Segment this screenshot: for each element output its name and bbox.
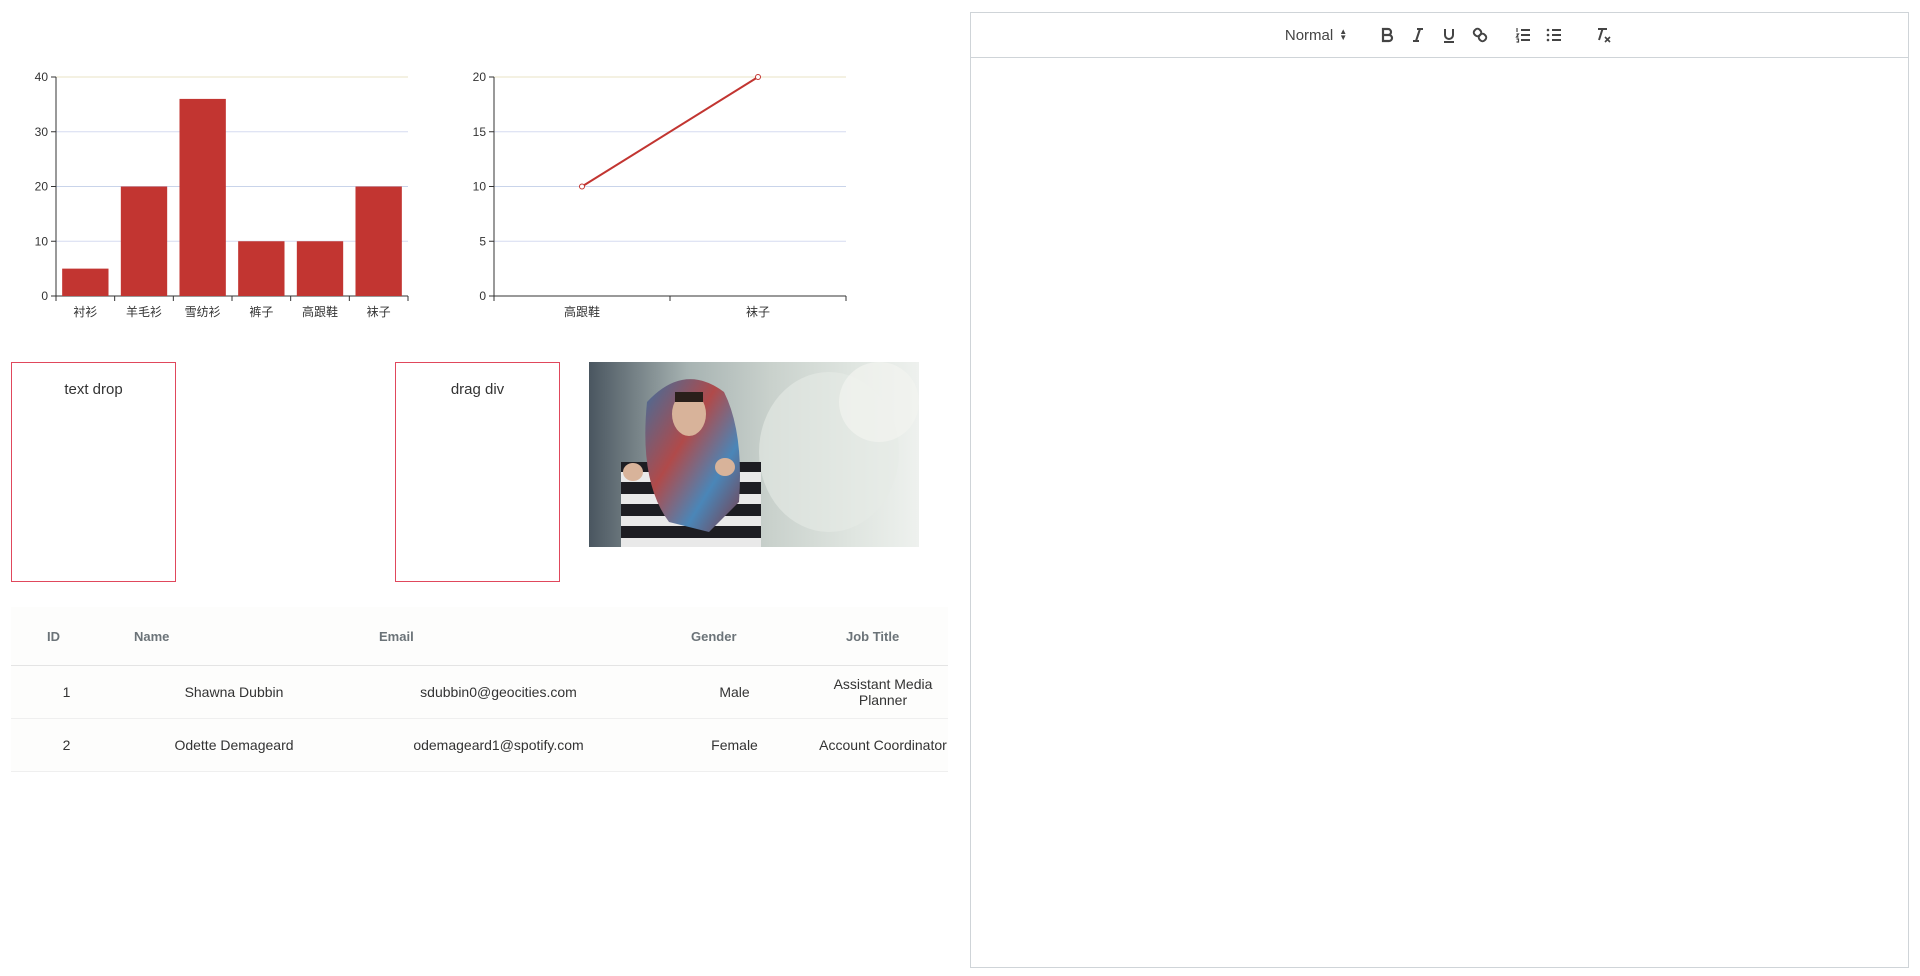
header-email[interactable]: Email bbox=[346, 607, 651, 666]
table-row[interactable]: 2 Odette Demageard odemageard1@spotify.c… bbox=[11, 718, 948, 772]
rich-text-editor: Normal ▲ ▼ bbox=[970, 12, 1909, 968]
editor-content-area[interactable] bbox=[971, 58, 1908, 967]
cell-name: Shawna Dubbin bbox=[122, 665, 346, 719]
x-tick-label: 袜子 bbox=[746, 305, 770, 319]
x-tick-label: 袜子 bbox=[367, 305, 391, 319]
y-tick-label: 20 bbox=[35, 180, 49, 194]
x-tick-label: 衬衫 bbox=[73, 305, 97, 319]
bar bbox=[120, 186, 168, 296]
x-tick-label: 高跟鞋 bbox=[302, 304, 338, 319]
text-drop-zone[interactable]: text drop bbox=[11, 362, 176, 582]
x-tick-label: 高跟鞋 bbox=[564, 304, 600, 319]
y-tick-label: 20 bbox=[473, 70, 487, 84]
x-tick-label: 裤子 bbox=[249, 305, 273, 319]
cell-gender: Female bbox=[651, 718, 818, 772]
data-point bbox=[755, 74, 761, 80]
cell-gender: Male bbox=[651, 665, 818, 719]
cell-email: odemageard1@spotify.com bbox=[346, 718, 651, 772]
header-id[interactable]: ID bbox=[11, 607, 122, 666]
cell-job-title: Account Coordinator bbox=[818, 718, 948, 772]
bar bbox=[179, 98, 226, 297]
editor-toolbar: Normal ▲ ▼ bbox=[971, 13, 1908, 58]
bar bbox=[238, 241, 285, 296]
bullet-list-icon[interactable] bbox=[1542, 13, 1566, 57]
bar bbox=[296, 241, 344, 296]
cell-name: Odette Demageard bbox=[122, 718, 346, 772]
cell-email: sdubbin0@geocities.com bbox=[346, 665, 651, 719]
x-tick-label: 雪纺衫 bbox=[185, 305, 221, 319]
y-tick-label: 15 bbox=[473, 125, 487, 139]
table-header-row: ID Name Email Gender Job Title bbox=[11, 607, 948, 666]
link-icon[interactable] bbox=[1468, 13, 1492, 57]
data-point bbox=[579, 183, 585, 190]
y-tick-label: 30 bbox=[35, 125, 49, 139]
bar bbox=[355, 186, 402, 296]
cell-id: 2 bbox=[11, 718, 122, 772]
y-tick-label: 40 bbox=[35, 70, 49, 84]
underline-icon[interactable] bbox=[1437, 13, 1461, 57]
italic-icon[interactable] bbox=[1406, 13, 1430, 57]
y-tick-label: 0 bbox=[479, 289, 486, 303]
woman-scarf-photo[interactable] bbox=[589, 362, 919, 547]
y-tick-label: 5 bbox=[479, 234, 486, 248]
format-select-value: Normal bbox=[1284, 26, 1334, 44]
bold-icon[interactable] bbox=[1375, 13, 1399, 57]
y-tick-label: 0 bbox=[41, 289, 48, 303]
bar-chart: 0 10 20 30 40 衬衫 羊毛衫 雪纺衫 裤子 高跟鞋 袜子 bbox=[35, 70, 409, 319]
line-chart: 0 5 10 15 20 高跟鞋 袜子 bbox=[473, 70, 847, 319]
header-job-title[interactable]: Job Title bbox=[818, 607, 948, 666]
users-table: ID Name Email Gender Job Title 1 Shawna … bbox=[11, 607, 948, 772]
drag-div-label: drag div bbox=[450, 381, 505, 398]
ordered-list-icon[interactable] bbox=[1511, 13, 1535, 57]
cell-job-title: Assistant Media Planner bbox=[818, 665, 948, 719]
drag-div[interactable]: drag div bbox=[395, 362, 560, 582]
header-name[interactable]: Name bbox=[122, 607, 346, 666]
select-arrows-icon: ▲ ▼ bbox=[1339, 27, 1348, 42]
y-tick-label: 10 bbox=[473, 180, 487, 194]
text-drop-label: text drop bbox=[64, 381, 123, 398]
format-select[interactable]: Normal ▲ ▼ bbox=[1276, 13, 1356, 57]
clear-format-icon[interactable] bbox=[1591, 13, 1615, 57]
x-tick-label: 羊毛衫 bbox=[126, 304, 162, 319]
header-gender[interactable]: Gender bbox=[651, 607, 818, 666]
bar bbox=[62, 268, 109, 296]
cell-id: 1 bbox=[11, 665, 122, 719]
table-row[interactable]: 1 Shawna Dubbin sdubbin0@geocities.com M… bbox=[11, 665, 948, 719]
y-tick-label: 10 bbox=[35, 234, 49, 248]
